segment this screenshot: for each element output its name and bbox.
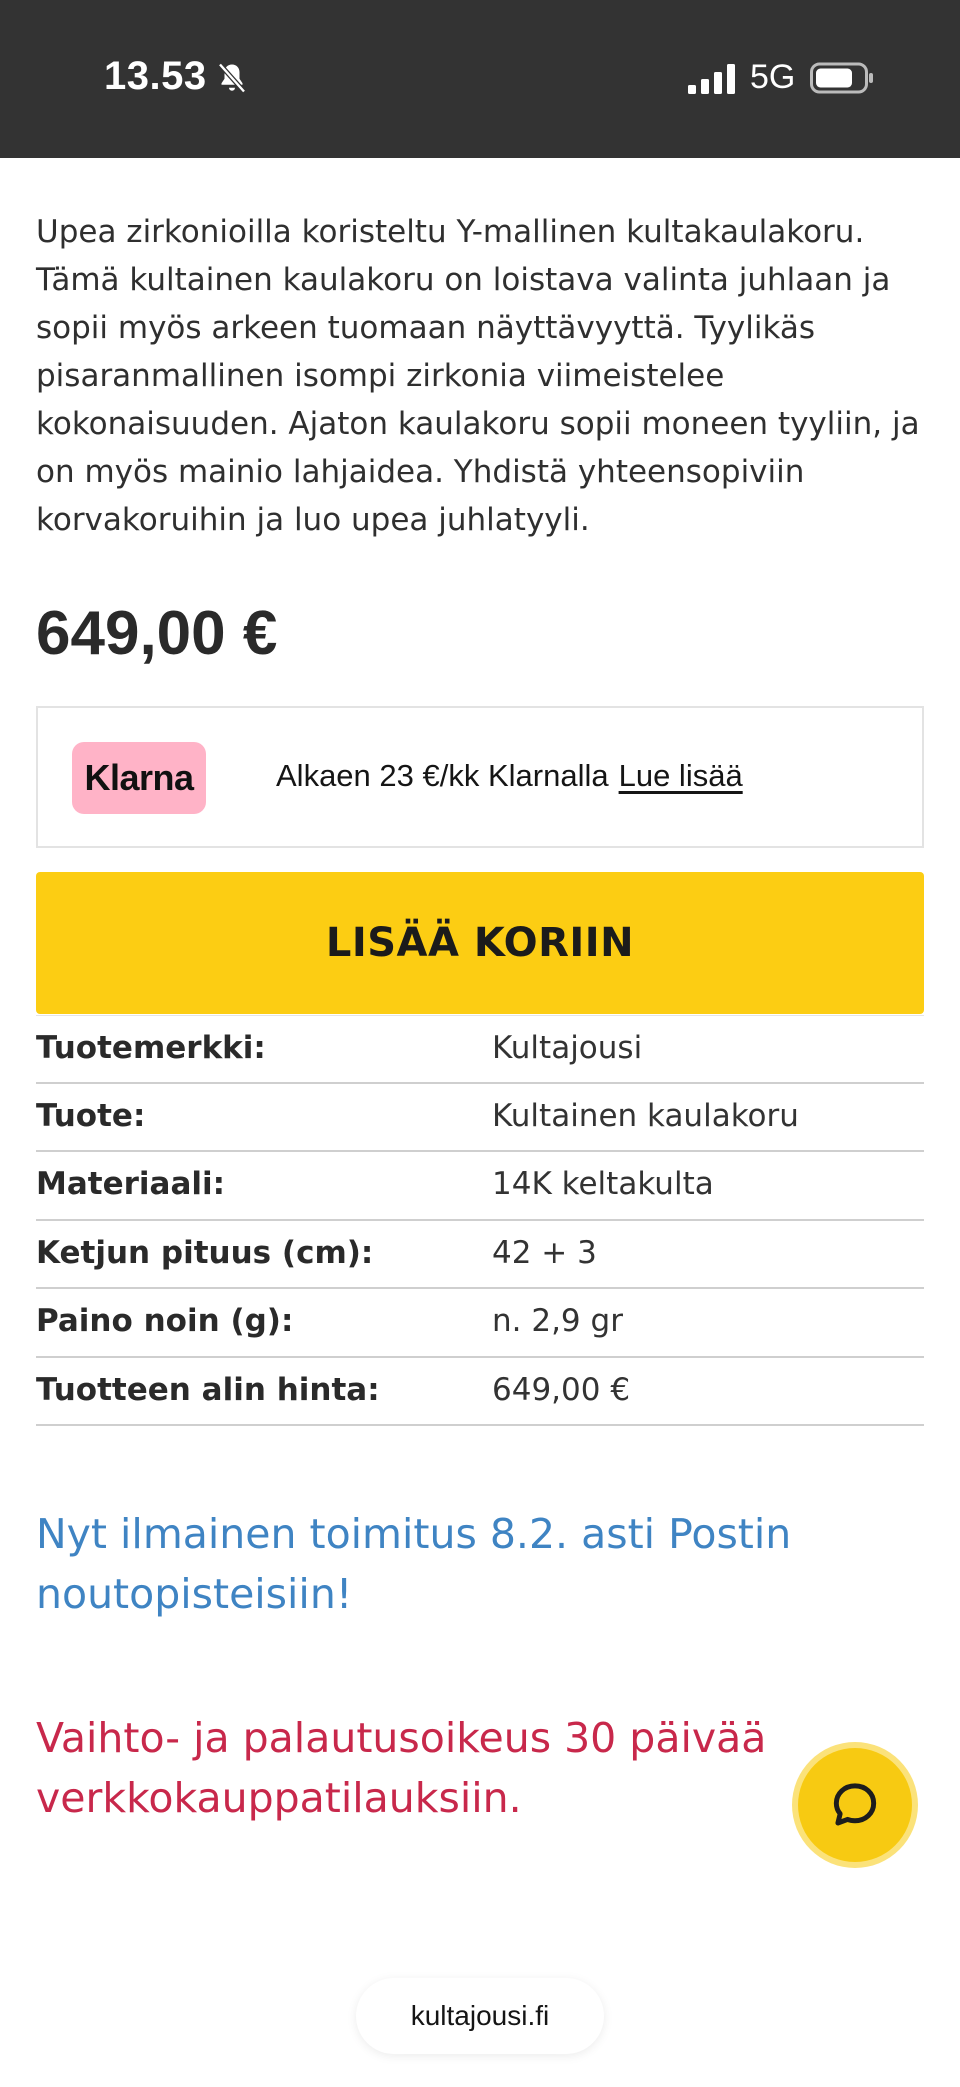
bell-slash-icon <box>218 62 246 94</box>
spec-label: Ketjun pituus (cm): <box>36 1234 374 1271</box>
status-bar: 13.53 5G <box>0 0 960 158</box>
spec-row-lowest-price: Tuotteen alin hinta: 649,00 € <box>36 1358 924 1426</box>
spec-row-brand: Tuotemerkki: Kultajousi <box>36 1015 924 1084</box>
free-shipping-notice: Nyt ilmainen toimitus 8.2. asti Postin n… <box>36 1510 792 1618</box>
network-label: 5G <box>750 58 796 96</box>
signal-icon <box>688 64 735 94</box>
spec-row-weight: Paino noin (g): n. 2,9 gr <box>36 1289 924 1358</box>
spec-value: Kultainen kaulakoru <box>492 1097 799 1134</box>
battery-icon <box>810 62 873 94</box>
spec-value: Kultajousi <box>492 1030 643 1066</box>
klarna-installment-text: Alkaen 23 €/kk Klarnalla Lue lisää <box>276 758 743 794</box>
klarna-banner: Klarna Alkaen 23 €/kk Klarnalla Lue lisää <box>36 706 924 848</box>
spec-label: Tuotteen alin hinta: <box>36 1371 380 1408</box>
chat-bubble-icon <box>833 1783 877 1826</box>
spec-value: 14K keltakulta <box>492 1166 714 1202</box>
spec-label: Materiaali: <box>36 1166 226 1202</box>
spec-row-product: Tuote: Kultainen kaulakoru <box>36 1084 924 1152</box>
spec-value: n. 2,9 gr <box>492 1303 623 1339</box>
product-description: Upea zirkonioilla koristeltu Y-mallinen … <box>36 214 920 538</box>
add-to-cart-button[interactable]: LISÄÄ KORIIN <box>36 872 924 1014</box>
spec-value: 42 + 3 <box>492 1234 597 1271</box>
browser-url-bar[interactable]: kultajousi.fi <box>356 1978 604 2054</box>
klarna-read-more-link[interactable]: Lue lisää <box>619 758 743 793</box>
klarna-installment-label: Alkaen 23 €/kk Klarnalla <box>276 758 609 793</box>
return-policy-notice: Vaihto- ja palautusoikeus 30 päivää verk… <box>36 1714 767 1822</box>
product-price: 649,00 € <box>36 599 278 668</box>
chat-button[interactable] <box>798 1748 912 1862</box>
spec-row-chain-length: Ketjun pituus (cm): 42 + 3 <box>36 1221 924 1289</box>
product-specs-table: Tuotemerkki: Kultajousi Tuote: Kultainen… <box>36 1015 924 1426</box>
spec-value: 649,00 € <box>492 1371 631 1408</box>
spec-label: Tuotemerkki: <box>36 1030 266 1066</box>
spec-label: Paino noin (g): <box>36 1303 294 1339</box>
status-time: 13.53 <box>104 54 207 98</box>
spec-label: Tuote: <box>36 1097 146 1134</box>
klarna-logo: Klarna <box>72 742 206 814</box>
spec-row-material: Materiaali: 14K keltakulta <box>36 1152 924 1221</box>
